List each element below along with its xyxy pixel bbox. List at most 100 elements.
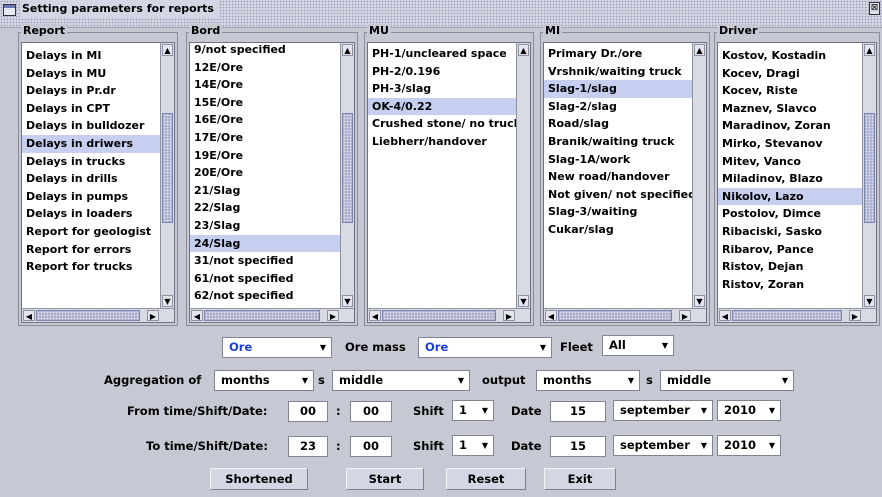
list-item[interactable]: 31/not specified bbox=[190, 252, 340, 270]
to-hour-field[interactable]: 23 bbox=[288, 436, 328, 457]
list-item[interactable]: Report for geologist bbox=[22, 223, 160, 241]
scroll-thumb[interactable] bbox=[732, 310, 842, 321]
scroll-thumb[interactable] bbox=[162, 113, 173, 223]
vertical-scrollbar[interactable]: ▲ ▼ bbox=[862, 43, 876, 308]
from-month-select[interactable]: september ▼ bbox=[613, 400, 713, 421]
list-item[interactable]: Kostov, Kostadin bbox=[718, 47, 862, 65]
scroll-right-icon[interactable]: ▶ bbox=[679, 310, 691, 321]
list-item[interactable]: 17E/Ore bbox=[190, 129, 340, 147]
output-mode-select[interactable]: middle ▼ bbox=[660, 370, 794, 391]
list-item[interactable]: 21/Slag bbox=[190, 182, 340, 200]
reset-button[interactable]: Reset bbox=[446, 468, 526, 490]
list-item[interactable]: Delays in loaders bbox=[22, 205, 160, 223]
list-item[interactable]: Liebherr/handover bbox=[368, 133, 516, 151]
scroll-right-icon[interactable]: ▶ bbox=[849, 310, 861, 321]
start-button[interactable]: Start bbox=[346, 468, 424, 490]
output-period-select[interactable]: months ▼ bbox=[536, 370, 640, 391]
to-shift-select[interactable]: 1 ▼ bbox=[452, 435, 494, 456]
list-item[interactable]: Slag-2/slag bbox=[544, 98, 692, 116]
list-item[interactable]: Miladinov, Blazo bbox=[718, 170, 862, 188]
list-item[interactable]: 62/not specified bbox=[190, 287, 340, 305]
list-item[interactable]: New road/handover bbox=[544, 168, 692, 186]
scroll-up-icon[interactable]: ▲ bbox=[162, 44, 173, 56]
list-item[interactable]: PH-3/slag bbox=[368, 80, 516, 98]
list-item[interactable]: Crushed stone/ no trucks bbox=[368, 115, 516, 133]
list-item[interactable]: Vrshnik/waiting truck bbox=[544, 63, 692, 81]
to-minute-field[interactable]: 00 bbox=[350, 436, 392, 457]
fleet-select[interactable]: All ▼ bbox=[602, 335, 674, 356]
list-item[interactable]: Slag-1/slag bbox=[544, 80, 692, 98]
material-select[interactable]: Ore ▼ bbox=[222, 337, 332, 358]
list-item[interactable]: 12E/Ore bbox=[190, 59, 340, 77]
ore-mass-select[interactable]: Ore ▼ bbox=[418, 337, 552, 358]
horizontal-scrollbar[interactable]: ◀ ▶ bbox=[368, 308, 530, 322]
horizontal-scrollbar[interactable]: ◀ ▶ bbox=[22, 308, 174, 322]
from-hour-field[interactable]: 00 bbox=[288, 401, 328, 422]
list-item[interactable]: Report for trucks bbox=[22, 258, 160, 276]
list-item[interactable]: Delays in trucks bbox=[22, 153, 160, 171]
scroll-thumb[interactable] bbox=[864, 113, 875, 223]
shortened-button[interactable]: Shortened bbox=[210, 468, 308, 490]
list-item[interactable]: Primary Dr./ore bbox=[544, 45, 692, 63]
from-minute-field[interactable]: 00 bbox=[350, 401, 392, 422]
list-item[interactable]: Mitev, Vanco bbox=[718, 153, 862, 171]
list-item[interactable]: 9/not specified bbox=[190, 43, 340, 59]
mi-list[interactable]: Primary Dr./ore Vrshnik/waiting truck Slag… bbox=[543, 42, 707, 323]
list-item[interactable]: 19E/Ore bbox=[190, 147, 340, 165]
scroll-right-icon[interactable]: ▶ bbox=[503, 310, 515, 321]
scroll-thumb[interactable] bbox=[342, 113, 353, 223]
scroll-right-icon[interactable]: ▶ bbox=[327, 310, 339, 321]
scroll-up-icon[interactable]: ▲ bbox=[864, 44, 875, 56]
list-item[interactable]: Kocev, Dragi bbox=[718, 65, 862, 83]
scroll-left-icon[interactable]: ◀ bbox=[191, 310, 203, 321]
list-item[interactable]: Not given/ not specified bbox=[544, 186, 692, 204]
scroll-left-icon[interactable]: ◀ bbox=[545, 310, 557, 321]
list-item[interactable]: 20E/Ore bbox=[190, 164, 340, 182]
scroll-down-icon[interactable]: ▼ bbox=[864, 295, 875, 307]
scroll-down-icon[interactable]: ▼ bbox=[694, 295, 705, 307]
list-item[interactable]: Report for errors bbox=[22, 241, 160, 259]
list-item[interactable]: Nikolov, Lazo bbox=[718, 187, 862, 206]
list-item[interactable]: Ristov, Dejan bbox=[718, 258, 862, 276]
scroll-up-icon[interactable]: ▲ bbox=[694, 44, 705, 56]
list-item[interactable]: Delays in CPT bbox=[22, 100, 160, 118]
list-item[interactable]: Postolov, Dimce bbox=[718, 205, 862, 223]
list-item[interactable]: Slag-3/waiting bbox=[544, 203, 692, 221]
scroll-left-icon[interactable]: ◀ bbox=[719, 310, 731, 321]
to-month-select[interactable]: september ▼ bbox=[613, 435, 713, 456]
list-item[interactable]: 15E/Ore bbox=[190, 94, 340, 112]
list-item[interactable]: PH-2/0.196 bbox=[368, 63, 516, 81]
list-item[interactable]: OK-4/0.22 bbox=[368, 97, 516, 116]
from-year-select[interactable]: 2010 ▼ bbox=[717, 400, 781, 421]
list-item[interactable]: 22/Slag bbox=[190, 199, 340, 217]
close-button[interactable]: ⊠ bbox=[869, 2, 880, 15]
scroll-up-icon[interactable]: ▲ bbox=[342, 44, 353, 56]
list-item[interactable]: Cukar/slag bbox=[544, 221, 692, 239]
horizontal-scrollbar[interactable]: ◀ ▶ bbox=[718, 308, 876, 322]
list-item[interactable]: Delays in driwers bbox=[22, 134, 160, 153]
list-item[interactable]: Delays in pumps bbox=[22, 188, 160, 206]
scroll-thumb[interactable] bbox=[558, 310, 672, 321]
to-day-field[interactable]: 15 bbox=[550, 436, 606, 457]
from-day-field[interactable]: 15 bbox=[550, 401, 606, 422]
from-shift-select[interactable]: 1 ▼ bbox=[452, 400, 494, 421]
mu-list[interactable]: PH-1/uncleared space PH-2/0.196 PH-3/slag O… bbox=[367, 42, 531, 323]
list-item[interactable]: Delays in MU bbox=[22, 65, 160, 83]
report-list[interactable]: Delays in MI Delays in MU Delays in Pr.dr D… bbox=[21, 42, 175, 323]
vertical-scrollbar[interactable]: ▲ ▼ bbox=[340, 43, 354, 308]
list-item[interactable]: Slag-1A/work bbox=[544, 151, 692, 169]
list-item[interactable]: Ribarov, Pance bbox=[718, 241, 862, 259]
scroll-left-icon[interactable]: ◀ bbox=[369, 310, 381, 321]
list-item[interactable]: Ristov, Zoran bbox=[718, 276, 862, 294]
list-item[interactable]: Ribaciski, Sasko bbox=[718, 223, 862, 241]
scroll-left-icon[interactable]: ◀ bbox=[23, 310, 35, 321]
list-item[interactable]: Branik/waiting truck bbox=[544, 133, 692, 151]
list-item[interactable]: 16E/Ore bbox=[190, 111, 340, 129]
list-item[interactable]: Kocev, Riste bbox=[718, 82, 862, 100]
scroll-thumb[interactable] bbox=[204, 310, 320, 321]
scroll-thumb[interactable] bbox=[36, 310, 140, 321]
scroll-down-icon[interactable]: ▼ bbox=[342, 295, 353, 307]
list-item[interactable]: Delays in bulldozer bbox=[22, 117, 160, 135]
list-item[interactable]: Mirko, Stevanov bbox=[718, 135, 862, 153]
bord-list[interactable]: 9/not specified 12E/Ore 14E/Ore 15E/Ore 16E/… bbox=[189, 42, 355, 323]
